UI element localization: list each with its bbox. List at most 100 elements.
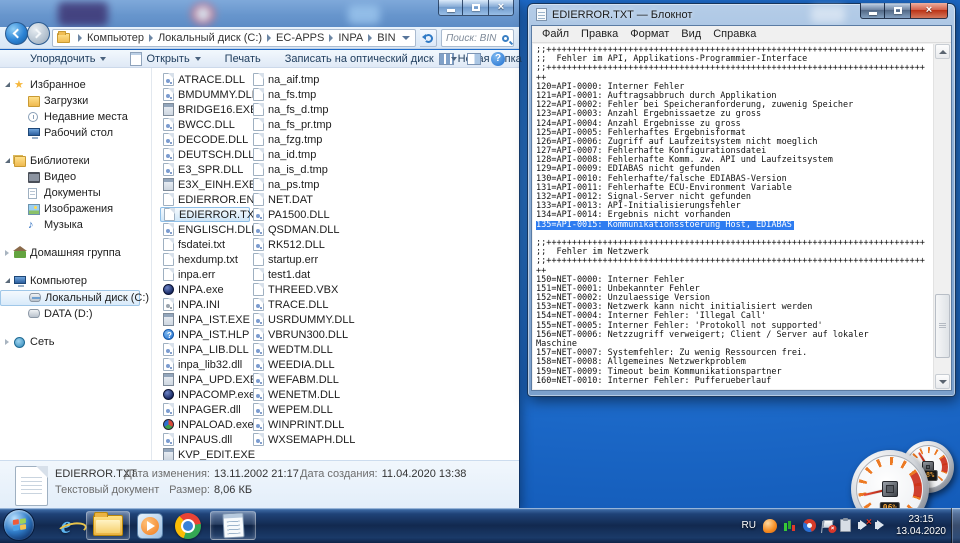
file-item[interactable]: NET.DAT [250, 192, 380, 207]
file-item[interactable]: INPACOMP.exe [160, 387, 250, 402]
file-item[interactable]: INPAGER.dll [160, 402, 250, 417]
vertical-scrollbar[interactable] [933, 44, 950, 389]
close-button[interactable]: × [488, 0, 514, 16]
toolbar-button[interactable]: Записать на оптический диск [285, 53, 434, 65]
minimize-button[interactable] [438, 0, 463, 16]
file-item[interactable]: BRIDGE16.EXE [160, 102, 250, 117]
help-button[interactable]: ? [491, 52, 505, 66]
scrollbar-thumb[interactable] [935, 294, 950, 358]
file-item[interactable]: INPA_LIB.DLL [160, 342, 250, 357]
clipboard-icon[interactable] [840, 519, 851, 532]
maximize-button[interactable] [885, 3, 910, 19]
file-item[interactable]: INPA_UPD.EXE [160, 372, 250, 387]
cleaner-swirl-icon[interactable] [803, 519, 816, 532]
sidebar-item[interactable]: Изображения [0, 202, 151, 217]
toolbar-button[interactable]: Упорядочить [30, 53, 106, 65]
file-item[interactable]: DECODE.DLL [160, 132, 250, 147]
windows-explorer-button[interactable] [86, 511, 130, 540]
file-item[interactable]: startup.err [250, 252, 380, 267]
search-icon[interactable] [502, 35, 509, 42]
file-item[interactable]: inpa_lib32.dll [160, 357, 250, 372]
menu-item[interactable]: Файл [536, 28, 575, 40]
file-item[interactable]: na_ps.tmp [250, 177, 380, 192]
search-input[interactable]: Поиск: BIN [441, 29, 514, 47]
sidebar-item[interactable]: Избранное [0, 78, 151, 93]
menu-item[interactable]: Вид [675, 28, 707, 40]
volume-icon[interactable] [875, 522, 879, 529]
file-item[interactable]: TRACE.DLL [250, 297, 380, 312]
sidebar-item[interactable]: Музыка [0, 218, 151, 233]
sidebar-item[interactable]: Загрузки [0, 94, 151, 109]
close-button[interactable]: × [910, 3, 948, 19]
file-item[interactable]: INPA.INI [160, 297, 250, 312]
file-item[interactable]: PA1500.DLL [250, 207, 380, 222]
file-item[interactable]: hexdump.txt [160, 252, 250, 267]
file-item[interactable]: na_fzg.tmp [250, 132, 380, 147]
notepad-text-area[interactable]: ;;++++++++++++++++++++++++++++++++++++++… [533, 44, 933, 389]
file-item[interactable]: fsdatei.txt [160, 237, 250, 252]
file-item[interactable]: WENETM.DLL [250, 387, 380, 402]
file-item[interactable]: na_fs_pr.tmp [250, 117, 380, 132]
file-item[interactable]: INPA_IST.HLP [160, 327, 250, 342]
language-indicator[interactable]: RU [741, 520, 755, 531]
sidebar-item[interactable]: Компьютер [0, 274, 151, 289]
file-item[interactable]: DEUTSCH.DLL [160, 147, 250, 162]
file-item[interactable]: ENGLISCH.DLL [160, 222, 250, 237]
file-item[interactable]: INPAUS.dll [160, 432, 250, 447]
explorer-window[interactable]: × КомпьютерЛокальный диск (C:)EC-APPSINP… [0, 0, 519, 508]
file-item[interactable]: WINPRINT.DLL [250, 417, 380, 432]
breadcrumb-item[interactable]: INPA [324, 32, 363, 44]
file-item[interactable]: WEDTM.DLL [250, 342, 380, 357]
sidebar-item[interactable]: DATA (D:) [0, 307, 151, 322]
toolbar-button[interactable]: Открыть [130, 52, 200, 66]
breadcrumb-item[interactable]: EC-APPS [262, 32, 324, 44]
internet-explorer-button[interactable]: e [50, 511, 82, 540]
file-item[interactable]: WEFABM.DLL [250, 372, 380, 387]
file-item[interactable]: na_aif.tmp [250, 72, 380, 87]
avast-icon[interactable] [763, 519, 777, 533]
refresh-button[interactable] [420, 29, 437, 47]
minimize-button[interactable] [860, 3, 885, 19]
sidebar-item[interactable]: Недавние места [0, 110, 151, 125]
file-item[interactable]: VBRUN300.DLL [250, 327, 380, 342]
file-item[interactable]: WEEDIA.DLL [250, 357, 380, 372]
scroll-down-button[interactable] [935, 374, 950, 389]
file-item[interactable]: INPALOAD.exe [160, 417, 250, 432]
file-item[interactable]: na_id.tmp [250, 147, 380, 162]
preview-pane-button[interactable] [467, 53, 481, 65]
file-item[interactable]: E3X_EINH.EXE [160, 177, 250, 192]
tray-clock[interactable]: 23:15 13.04.2020 [896, 514, 946, 538]
scroll-up-button[interactable] [935, 44, 950, 59]
expander-icon[interactable] [5, 82, 10, 87]
expander-icon[interactable] [5, 250, 9, 256]
sidebar-item[interactable]: Локальный диск (C:) [0, 290, 140, 306]
file-item[interactable]: INPA_IST.EXE [160, 312, 250, 327]
sidebar-item[interactable]: Домашняя группа [0, 246, 151, 261]
toolbar-button[interactable]: Печать [225, 53, 261, 65]
file-item[interactable]: EDIERROR.TXT [160, 207, 250, 222]
file-item[interactable]: WXSEMAPH.DLL [250, 432, 380, 447]
file-item[interactable]: QSDMAN.DLL [250, 222, 380, 237]
menu-item[interactable]: Справка [707, 28, 762, 40]
file-item[interactable]: RK512.DLL [250, 237, 380, 252]
muted-speaker-icon[interactable] [858, 522, 862, 529]
sidebar-item[interactable]: Рабочий стол [0, 126, 151, 141]
breadcrumb-item[interactable]: BIN [363, 32, 395, 44]
file-item[interactable]: BWCC.DLL [160, 117, 250, 132]
breadcrumb-item[interactable]: Компьютер [73, 32, 144, 44]
action-center-flag-icon[interactable] [823, 520, 834, 528]
forward-button[interactable] [27, 22, 50, 45]
media-player-button[interactable] [133, 511, 167, 540]
start-button[interactable] [3, 509, 35, 541]
address-bar[interactable]: КомпьютерЛокальный диск (C:)EC-APPSINPAB… [52, 29, 416, 47]
file-item[interactable]: THREED.VBX [250, 282, 380, 297]
file-item[interactable]: INPA.exe [160, 282, 250, 297]
sidebar-item[interactable]: Видео [0, 170, 151, 185]
file-item[interactable]: WEPEM.DLL [250, 402, 380, 417]
back-button[interactable] [5, 22, 28, 45]
file-item[interactable]: na_is_d.tmp [250, 162, 380, 177]
breadcrumb-item[interactable]: Локальный диск (C:) [144, 32, 262, 44]
expander-icon[interactable] [5, 339, 9, 345]
menu-item[interactable]: Правка [575, 28, 624, 40]
chrome-button[interactable] [171, 511, 205, 540]
